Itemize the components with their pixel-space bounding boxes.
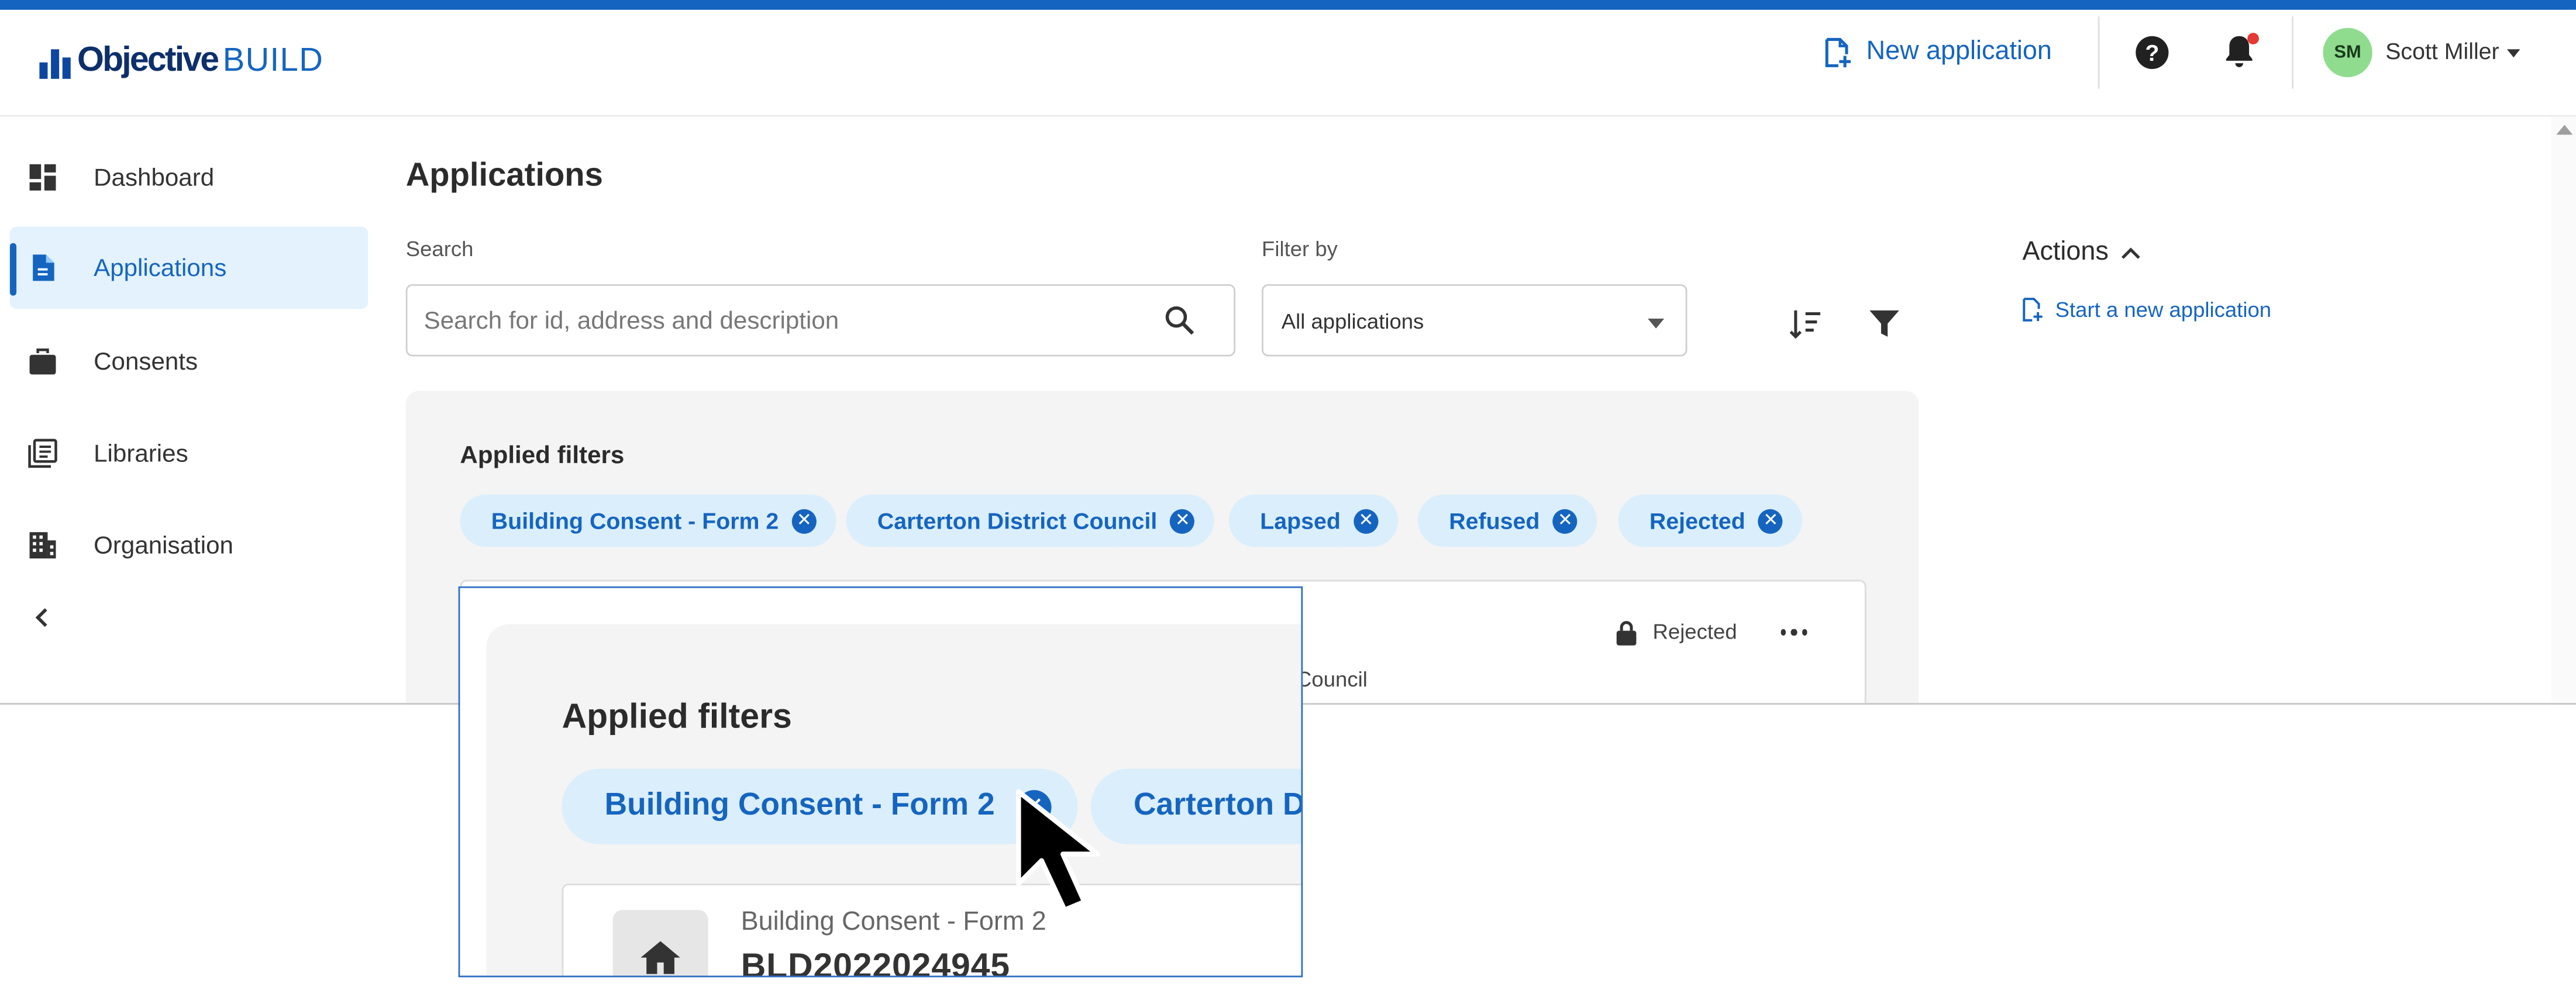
logo-text-bold: Objective bbox=[77, 41, 219, 79]
logo-bars-icon bbox=[39, 49, 71, 79]
sidebar-item-organisation[interactable]: Organisation bbox=[10, 504, 368, 586]
filter-chip-label: Rejected bbox=[1649, 507, 1745, 534]
zoomed-filter-chip-label: Building Consent - Form 2 bbox=[604, 788, 995, 823]
sidebar-item-dashboard[interactable]: Dashboard bbox=[10, 136, 368, 218]
filter-chip[interactable]: Carterton District Council ✕ bbox=[846, 494, 1215, 547]
filter-chip-label: Lapsed bbox=[1260, 507, 1341, 534]
brand-top-bar bbox=[0, 0, 2576, 10]
document-icon bbox=[26, 251, 59, 284]
active-nav-indicator bbox=[9, 243, 17, 296]
new-application-label: New application bbox=[1866, 37, 2052, 66]
filter-label: Filter by bbox=[1262, 236, 1338, 261]
zoomed-card-type: Building Consent - Form 2 bbox=[741, 908, 1046, 937]
objective-build-logo[interactable]: Objective BUILD bbox=[39, 41, 324, 79]
zoomed-filter-chip[interactable]: Building Consent - Form 2 ✕ bbox=[562, 768, 1077, 844]
sidebar-item-libraries[interactable]: Libraries bbox=[10, 412, 368, 494]
logo-text-light: BUILD bbox=[222, 43, 324, 79]
filter-chip-label: Carterton District Council bbox=[877, 507, 1158, 534]
remove-filter-icon[interactable]: ✕ bbox=[1354, 508, 1379, 533]
sidebar-item-label: Libraries bbox=[94, 439, 188, 468]
filter-select[interactable]: All applications bbox=[1262, 284, 1688, 357]
zoomed-filter-chip-label: Carterton D bbox=[1133, 788, 1303, 823]
zoomed-applied-filters-title: Applied filters bbox=[562, 698, 792, 736]
search-icon[interactable] bbox=[1163, 304, 1196, 337]
applied-filters-title: Applied filters bbox=[460, 441, 625, 470]
zoomed-card-id: BLD2022024945 bbox=[741, 947, 1010, 978]
header-divider bbox=[2292, 16, 2293, 89]
sidebar: Dashboard Applications Consents Librarie… bbox=[0, 116, 378, 703]
top-header: Objective BUILD bbox=[0, 9, 2576, 117]
new-document-icon bbox=[2023, 298, 2043, 322]
user-name[interactable]: Scott Miller bbox=[2385, 38, 2499, 64]
library-icon bbox=[26, 437, 59, 470]
search-label: Search bbox=[405, 236, 474, 261]
chevron-up-icon bbox=[2122, 247, 2141, 259]
filter-chip[interactable]: Rejected ✕ bbox=[1618, 494, 1803, 547]
card-council-text: Council bbox=[1296, 667, 1368, 692]
chevron-down-icon[interactable] bbox=[1648, 318, 1665, 329]
sidebar-item-label: Organisation bbox=[94, 531, 234, 560]
building-icon bbox=[26, 529, 59, 561]
user-menu-caret-icon[interactable] bbox=[2507, 49, 2520, 58]
actions-toggle[interactable]: Actions bbox=[2022, 238, 2141, 268]
status-badge: Rejected bbox=[1652, 619, 1737, 644]
dashboard-icon bbox=[26, 161, 59, 194]
start-new-application-link[interactable]: Start a new application bbox=[2021, 297, 2271, 322]
mouse-pointer-icon bbox=[1016, 789, 1100, 913]
sidebar-item-label: Dashboard bbox=[94, 163, 215, 192]
lock-icon bbox=[1616, 621, 1637, 646]
remove-filter-icon[interactable]: ✕ bbox=[1552, 508, 1578, 533]
help-icon[interactable]: ? bbox=[2136, 36, 2169, 69]
scrollbar[interactable] bbox=[2551, 116, 2576, 703]
screenshot-stage: Objective BUILD New application ? SM Sco… bbox=[0, 0, 2576, 997]
house-icon bbox=[612, 910, 708, 976]
new-application-button[interactable]: New application bbox=[1820, 33, 2052, 72]
zoom-callout: Applied filters Building Consent - Form … bbox=[458, 586, 1303, 978]
sidebar-item-consents[interactable]: Consents bbox=[10, 320, 368, 402]
header-divider bbox=[2098, 16, 2100, 89]
remove-filter-icon[interactable]: ✕ bbox=[791, 508, 817, 533]
filter-funnel-icon[interactable] bbox=[1868, 307, 1900, 340]
filter-chip[interactable]: Refused ✕ bbox=[1417, 494, 1597, 547]
remove-filter-icon[interactable]: ✕ bbox=[1758, 508, 1783, 533]
briefcase-icon bbox=[26, 345, 59, 378]
sidebar-item-label: Applications bbox=[94, 253, 227, 282]
notification-dot bbox=[2247, 33, 2259, 44]
start-new-application-label: Start a new application bbox=[2055, 297, 2272, 322]
chevron-left-icon[interactable] bbox=[30, 605, 56, 631]
new-document-icon bbox=[1825, 37, 1851, 68]
filter-chip[interactable]: Building Consent - Form 2 ✕ bbox=[460, 494, 836, 547]
user-avatar[interactable]: SM bbox=[2323, 27, 2372, 78]
filter-chip-label: Building Consent - Form 2 bbox=[491, 507, 779, 534]
filter-chip[interactable]: Lapsed ✕ bbox=[1228, 494, 1399, 547]
sort-icon[interactable] bbox=[1788, 305, 1824, 341]
more-options-icon[interactable] bbox=[1781, 627, 1807, 637]
sidebar-item-label: Consents bbox=[94, 347, 198, 375]
sidebar-item-applications[interactable]: Applications bbox=[9, 226, 369, 309]
page-title: Applications bbox=[405, 157, 603, 194]
actions-title: Actions bbox=[2022, 238, 2109, 267]
search-input[interactable]: Search for id, address and description bbox=[405, 284, 1236, 357]
remove-filter-icon[interactable]: ✕ bbox=[1170, 508, 1195, 533]
filter-chip-label: Refused bbox=[1449, 507, 1540, 534]
scroll-up-arrow-icon[interactable] bbox=[2556, 125, 2573, 135]
